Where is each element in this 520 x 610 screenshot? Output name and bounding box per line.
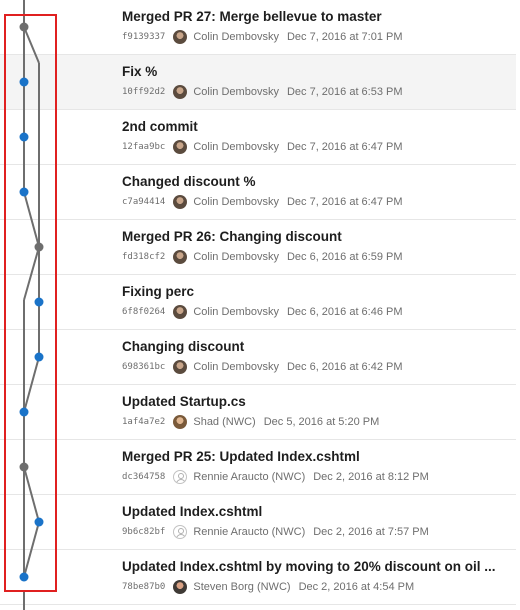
commit-row[interactable]: Updated Startup.cs 1af4a7e2 Shad (NWC) D…: [0, 385, 516, 440]
commit-meta: 6f8f0264 Colin Dembovsky Dec 6, 2016 at …: [122, 304, 403, 320]
avatar: [173, 140, 188, 154]
commit-row[interactable]: Changing discount 698361bc Colin Dembovs…: [0, 330, 516, 385]
commit-meta: 78be87b0 Steven Borg (NWC) Dec 2, 2016 a…: [122, 579, 414, 595]
avatar: [173, 360, 188, 374]
avatar: [173, 305, 188, 319]
commit-row[interactable]: Updated Index.cshtml 9b6c82bf Rennie Ara…: [0, 495, 516, 550]
avatar-placeholder-icon: [173, 525, 188, 539]
graph-commit-node[interactable]: [19, 407, 29, 417]
graph-commit-node[interactable]: [19, 572, 29, 582]
commit-hash[interactable]: 1af4a7e2: [122, 417, 165, 427]
commit-title[interactable]: Changing discount: [122, 339, 500, 354]
graph-edge: [23, 191, 40, 248]
commit-hash[interactable]: 78be87b0: [122, 582, 165, 592]
avatar-placeholder-icon: [173, 470, 188, 484]
graph-commit-node[interactable]: [19, 187, 29, 197]
commit-author: Rennie Araucto (NWC): [193, 526, 306, 538]
commit-date: Dec 7, 2016 at 6:47 PM: [286, 141, 403, 153]
commit-author: Colin Dembovsky: [193, 31, 279, 43]
commit-title[interactable]: Merged PR 25: Updated Index.cshtml: [122, 449, 500, 464]
commit-meta: 10ff92d2 Colin Dembovsky Dec 7, 2016 at …: [122, 84, 403, 100]
commit-hash[interactable]: 6f8f0264: [122, 307, 165, 317]
commit-date: Dec 2, 2016 at 8:12 PM: [313, 471, 429, 483]
commit-row[interactable]: Merged PR 25: Updated Index.cshtml dc364…: [0, 440, 516, 495]
commit-hash[interactable]: 10ff92d2: [122, 87, 165, 97]
graph-edge: [23, 26, 40, 64]
graph-branch-lines: [23, 0, 40, 578]
commit-author: Shad (NWC): [193, 416, 256, 428]
avatar: [173, 580, 188, 594]
commit-title[interactable]: 2nd commit: [122, 119, 500, 134]
commit-author: Rennie Araucto (NWC): [193, 471, 306, 483]
commit-title[interactable]: Fix %: [122, 64, 500, 79]
commit-row[interactable]: Updated Index.cshtml by moving to 20% di…: [0, 550, 516, 605]
commit-date: Dec 6, 2016 at 6:59 PM: [286, 251, 403, 263]
commit-hash[interactable]: f9139337: [122, 32, 165, 42]
commit-meta: 9b6c82bf Rennie Araucto (NWC) Dec 2, 201…: [122, 524, 429, 540]
avatar: [173, 250, 188, 264]
commit-title[interactable]: Updated Index.cshtml by moving to 20% di…: [122, 559, 500, 574]
commit-author: Colin Dembovsky: [193, 141, 279, 153]
commit-author: Colin Dembovsky: [193, 306, 279, 318]
commit-row[interactable]: 2nd commit 12faa9bc Colin Dembovsky Dec …: [0, 110, 516, 165]
commit-author: Colin Dembovsky: [193, 86, 279, 98]
commit-row[interactable]: Fixing perc 6f8f0264 Colin Dembovsky Dec…: [0, 275, 516, 330]
commit-author: Colin Dembovsky: [193, 251, 279, 263]
graph-merge-node[interactable]: [19, 22, 29, 32]
commit-row[interactable]: Changed discount % c7a94414 Colin Dembov…: [0, 165, 516, 220]
commit-meta: 12faa9bc Colin Dembovsky Dec 7, 2016 at …: [122, 139, 403, 155]
commit-title[interactable]: Merged PR 26: Changing discount: [122, 229, 500, 244]
avatar: [173, 30, 188, 44]
commit-hash[interactable]: 698361bc: [122, 362, 165, 372]
graph-edge: [23, 246, 40, 301]
commit-title[interactable]: Fixing perc: [122, 284, 500, 299]
commit-history-list: Merged PR 27: Merge bellevue to master f…: [0, 0, 516, 605]
commit-title[interactable]: Merged PR 27: Merge bellevue to master: [122, 9, 500, 24]
commit-meta: dc364758 Rennie Araucto (NWC) Dec 2, 201…: [122, 469, 429, 485]
commit-hash[interactable]: fd318cf2: [122, 252, 165, 262]
commit-row[interactable]: Fix % 10ff92d2 Colin Dembovsky Dec 7, 20…: [0, 55, 516, 110]
graph-trunk-tail: [23, 592, 25, 610]
commit-date: Dec 7, 2016 at 6:53 PM: [286, 86, 403, 98]
graph-edge: [23, 356, 40, 413]
commit-date: Dec 2, 2016 at 4:54 PM: [298, 581, 415, 593]
commit-author: Colin Dembovsky: [193, 361, 279, 373]
commit-title[interactable]: Changed discount %: [122, 174, 500, 189]
graph-merge-node[interactable]: [34, 242, 44, 252]
commit-meta: f9139337 Colin Dembovsky Dec 7, 2016 at …: [122, 29, 403, 45]
graph-commit-node[interactable]: [34, 517, 44, 527]
commit-date: Dec 7, 2016 at 7:01 PM: [286, 31, 403, 43]
commit-date: Dec 5, 2016 at 5:20 PM: [263, 416, 380, 428]
commit-meta: 698361bc Colin Dembovsky Dec 6, 2016 at …: [122, 359, 403, 375]
graph-edge: [23, 466, 40, 523]
graph-edge: [23, 521, 40, 578]
commit-date: Dec 7, 2016 at 6:47 PM: [286, 196, 403, 208]
commit-date: Dec 6, 2016 at 6:42 PM: [286, 361, 403, 373]
commit-meta: c7a94414 Colin Dembovsky Dec 7, 2016 at …: [122, 194, 403, 210]
commit-date: Dec 6, 2016 at 6:46 PM: [286, 306, 403, 318]
avatar: [173, 85, 188, 99]
commit-meta: fd318cf2 Colin Dembovsky Dec 6, 2016 at …: [122, 249, 403, 265]
commit-graph: [19, 0, 44, 582]
commit-row[interactable]: Merged PR 26: Changing discount fd318cf2…: [0, 220, 516, 275]
commit-meta: 1af4a7e2 Shad (NWC) Dec 5, 2016 at 5:20 …: [122, 414, 379, 430]
commit-author: Colin Dembovsky: [193, 196, 279, 208]
commit-hash[interactable]: 9b6c82bf: [122, 527, 165, 537]
commit-hash[interactable]: 12faa9bc: [122, 142, 165, 152]
graph-merge-node[interactable]: [19, 462, 29, 472]
avatar: [173, 415, 188, 429]
commit-hash[interactable]: c7a94414: [122, 197, 165, 207]
graph-commit-node[interactable]: [34, 297, 44, 307]
commit-date: Dec 2, 2016 at 7:57 PM: [313, 526, 429, 538]
commit-hash[interactable]: dc364758: [122, 472, 165, 482]
commit-author: Steven Borg (NWC): [193, 581, 291, 593]
commit-title[interactable]: Updated Index.cshtml: [122, 504, 500, 519]
graph-commit-node[interactable]: [19, 77, 29, 87]
avatar: [173, 195, 188, 209]
commit-row[interactable]: Merged PR 27: Merge bellevue to master f…: [0, 0, 516, 55]
commit-title[interactable]: Updated Startup.cs: [122, 394, 500, 409]
graph-commit-node[interactable]: [19, 132, 29, 142]
graph-commit-node[interactable]: [34, 352, 44, 362]
